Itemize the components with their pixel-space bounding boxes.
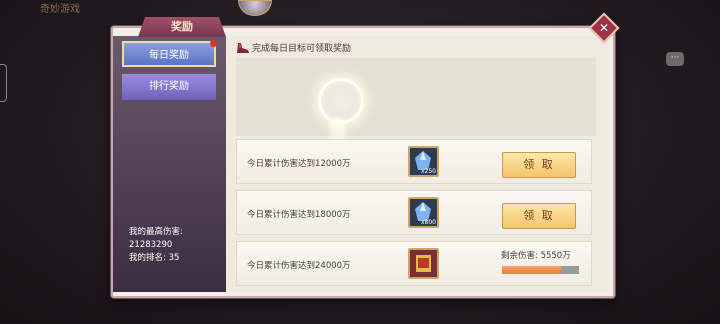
reward-row: 今日累计伤害达到24000万 剩余伤害: 5550万	[236, 241, 592, 286]
reward-goal-label: 今日累计伤害达到18000万	[247, 210, 351, 220]
item-count: x250	[420, 168, 436, 175]
max-damage-value: 21283290	[129, 240, 173, 250]
tab-label: 每日奖励	[149, 50, 189, 61]
close-icon: ✕	[598, 21, 610, 35]
shoe-icon	[236, 42, 250, 54]
progress-fill	[502, 266, 562, 274]
reward-header: 完成每日目标可领取奖励	[236, 41, 351, 54]
remaining-damage-label: 剩余伤害: 5550万	[501, 251, 571, 261]
rank-label: 我的排名:	[129, 253, 166, 263]
chat-icon[interactable]: ···	[666, 52, 684, 66]
reward-row: 今日累计伤害达到18000万 x800 领 取	[236, 190, 592, 235]
background-label: 奇妙游戏	[40, 4, 80, 15]
crystal-icon[interactable]: x250	[408, 146, 439, 177]
tab-label: 排行奖励	[149, 81, 189, 92]
player-stats: 我的最高伤害: 21283290 我的排名: 35	[129, 226, 183, 265]
scroll-icon[interactable]	[408, 248, 439, 279]
reward-goal-label: 今日累计伤害达到12000万	[247, 159, 351, 169]
reward-row: 今日累计伤害达到12000万 x250 领 取	[236, 139, 592, 184]
glow-effect	[318, 78, 364, 124]
rank-value: 35	[168, 253, 180, 263]
crystal-icon[interactable]: x800	[408, 197, 439, 228]
dialog-title: 奖励	[138, 17, 226, 37]
claim-button[interactable]: 领 取	[502, 203, 576, 229]
tab-rank-reward[interactable]: 排行奖励	[122, 74, 216, 100]
sidebar: 每日奖励 排行奖励 我的最高伤害: 21283290 我的排名: 35	[113, 36, 233, 292]
notification-dot	[210, 40, 217, 47]
claim-button[interactable]: 领 取	[502, 152, 576, 178]
max-damage-label: 我的最高伤害:	[129, 227, 183, 237]
progress-bar	[502, 266, 579, 274]
reward-goal-label: 今日累计伤害达到24000万	[247, 261, 351, 271]
header-text: 完成每日目标可领取奖励	[252, 44, 352, 54]
side-handle[interactable]	[0, 64, 7, 102]
tab-daily-reward[interactable]: 每日奖励	[122, 40, 233, 68]
item-count: x800	[420, 219, 436, 226]
banner-area	[236, 58, 596, 136]
